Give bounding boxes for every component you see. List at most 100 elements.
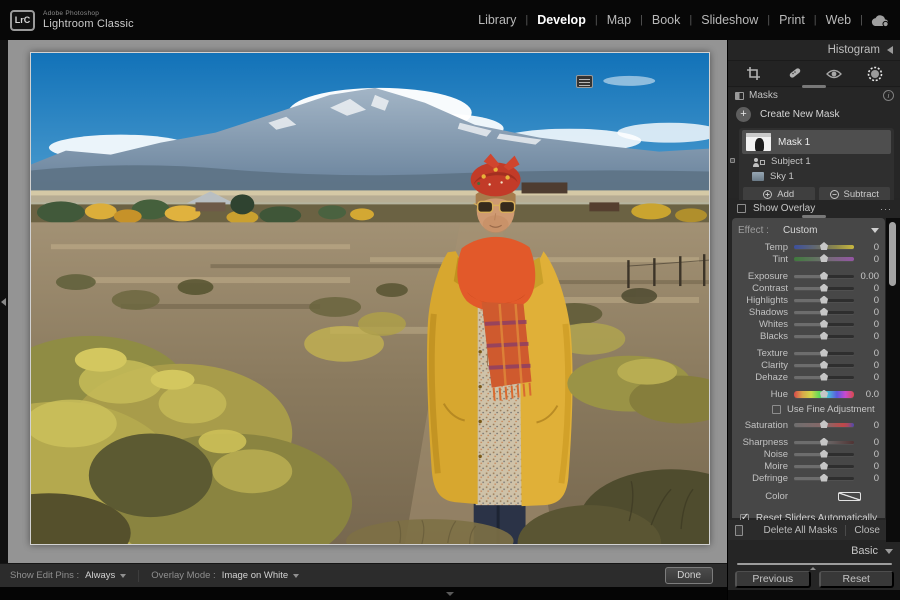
color-swatch[interactable] (838, 492, 861, 501)
slider-sharpness: Sharpness 0 (738, 436, 879, 448)
panel-caret-icon[interactable] (810, 567, 816, 570)
crop-icon[interactable] (746, 66, 761, 81)
subtract-button[interactable]: Subtract (819, 187, 891, 201)
slider-track[interactable] (794, 352, 854, 355)
slider-value: 0 (858, 473, 879, 484)
slider-knob[interactable] (820, 361, 829, 369)
panel-scroll-track[interactable] (886, 218, 900, 542)
slider-knob[interactable] (820, 373, 829, 381)
create-new-mask-button[interactable]: + Create New Mask (736, 104, 893, 124)
slider-value: 0 (858, 372, 879, 383)
effect-preset-dropdown[interactable]: Custom (783, 225, 817, 236)
collapse-triangle-icon[interactable] (871, 228, 879, 233)
info-icon[interactable] (883, 90, 894, 101)
slider-track[interactable] (794, 245, 854, 249)
mask-component-sky[interactable]: Sky 1 (742, 169, 891, 184)
slider-knob[interactable] (820, 284, 829, 292)
previous-button[interactable]: Previous (735, 571, 811, 588)
slider-knob[interactable] (820, 272, 829, 280)
slider-knob[interactable] (820, 308, 829, 316)
red-eye-icon[interactable] (826, 68, 842, 80)
show-edit-pins-control[interactable]: Show Edit Pins : Always (10, 570, 126, 581)
slider-label: Temp (738, 242, 788, 253)
slider-track[interactable] (794, 311, 854, 314)
slider-track[interactable] (794, 376, 854, 379)
slider-track[interactable] (794, 323, 854, 326)
slider-value: 0 (858, 331, 879, 342)
slider-track[interactable] (794, 275, 854, 278)
slider-value: 0.00 (858, 271, 879, 282)
module-map[interactable]: Map (598, 13, 640, 27)
mask-sheet-icon[interactable] (735, 525, 743, 536)
slider-track[interactable] (794, 335, 854, 338)
slider-knob[interactable] (820, 242, 829, 250)
tool-strip (728, 60, 900, 87)
slider-track[interactable] (794, 441, 854, 444)
slider-track[interactable] (794, 299, 854, 302)
reset-button[interactable]: Reset (819, 571, 895, 588)
basic-panel-header[interactable]: Basic (728, 542, 900, 560)
overflow-menu-icon[interactable]: ··· (880, 204, 892, 214)
add-button[interactable]: Add (743, 187, 815, 201)
use-fine-adjustment-label: Use Fine Adjustment (787, 404, 875, 415)
module-print[interactable]: Print (770, 13, 814, 27)
slider-track[interactable] (794, 453, 854, 456)
collapse-left-panel-arrow[interactable] (1, 298, 6, 306)
photo (30, 52, 710, 545)
slider-blacks: Blacks 0 (738, 330, 879, 342)
slider-tint: Tint 0 (738, 253, 879, 265)
slider-knob[interactable] (820, 296, 829, 304)
slider-track[interactable] (794, 423, 854, 427)
show-overlay-checkbox[interactable] (737, 204, 746, 213)
slider-knob[interactable] (820, 390, 829, 398)
mask-component-subject[interactable]: Subject 1 (742, 154, 891, 169)
slider-knob[interactable] (820, 462, 829, 470)
mask-name: Mask 1 (778, 137, 810, 148)
cloud-sync-icon[interactable] (871, 14, 890, 27)
histogram-panel-header[interactable]: Histogram (728, 40, 900, 60)
delete-all-masks-button[interactable]: Delete All Masks (764, 525, 838, 536)
slider-knob[interactable] (820, 420, 829, 428)
slider-track[interactable] (794, 477, 854, 480)
slider-knob[interactable] (820, 438, 829, 446)
module-library[interactable]: Library (469, 13, 525, 27)
app-logo: LrC Adobe Photoshop Lightroom Classic (10, 10, 134, 31)
slider-knob[interactable] (820, 254, 829, 262)
module-web[interactable]: Web (817, 13, 860, 27)
masks-panel-header[interactable]: Masks (728, 88, 900, 101)
slider-label: Whites (738, 319, 788, 330)
slider-knob[interactable] (820, 450, 829, 458)
slider-knob[interactable] (820, 349, 829, 357)
slider-track[interactable] (794, 465, 854, 468)
panel-scrollbar[interactable] (889, 222, 896, 286)
heal-icon[interactable] (786, 66, 801, 81)
footer-divider (845, 525, 846, 536)
slider-track[interactable] (794, 364, 854, 367)
mask-1-row[interactable]: Mask 1 (742, 130, 891, 154)
slider-knob[interactable] (820, 332, 829, 340)
histogram-label: Histogram (828, 44, 880, 56)
slider-track[interactable] (794, 257, 854, 261)
slider-knob[interactable] (820, 474, 829, 482)
slider-track[interactable] (794, 391, 854, 398)
effect-header: Effect : Custom (738, 223, 879, 237)
module-book[interactable]: Book (643, 13, 690, 27)
mask-edit-pin[interactable] (576, 75, 593, 88)
lightroom-window: LrC Adobe Photoshop Lightroom Classic Li… (0, 0, 900, 600)
collapse-filmstrip-arrow[interactable] (446, 592, 454, 596)
slider-track[interactable] (794, 287, 854, 290)
overlay-mode-value[interactable]: Image on White (222, 570, 289, 581)
slider-exposure: Exposure 0.00 (738, 270, 879, 282)
module-develop[interactable]: Develop (528, 13, 595, 27)
use-fine-adjustment-checkbox[interactable] (772, 405, 781, 414)
slider-knob[interactable] (820, 320, 829, 328)
done-button[interactable]: Done (665, 567, 713, 584)
show-edit-pins-value[interactable]: Always (85, 570, 115, 581)
module-slideshow[interactable]: Slideshow (692, 13, 767, 27)
panel-grip[interactable] (802, 85, 826, 88)
close-button[interactable]: Close (854, 525, 880, 536)
masking-icon[interactable] (867, 66, 883, 82)
overlay-mode-control[interactable]: Overlay Mode : Image on White (151, 570, 299, 581)
collapse-triangle-icon (887, 46, 893, 54)
panel-grip[interactable] (802, 215, 826, 218)
